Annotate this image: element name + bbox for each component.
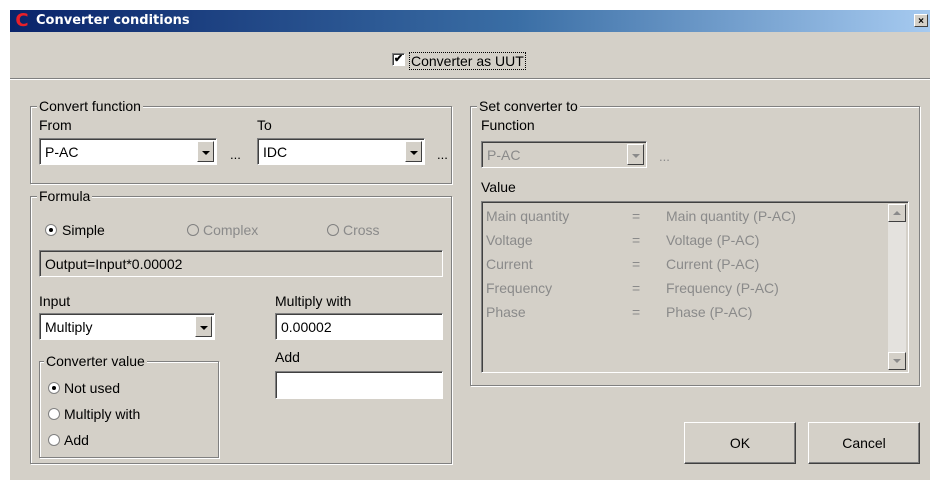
formula-complex-label[interactable]: Complex — [203, 222, 258, 238]
multiply-with-input[interactable]: 0.00002 — [275, 313, 443, 340]
input-select-value: Multiply — [45, 319, 93, 335]
row-value: Current (P-AC) — [666, 256, 760, 272]
window-title: Converter conditions — [36, 13, 190, 28]
row-equals: = — [632, 256, 641, 272]
function-label: Function — [481, 117, 535, 133]
row-name: Voltage — [486, 232, 533, 248]
list-item[interactable]: Current = Current (P-AC) — [482, 256, 882, 280]
multiply-with-radio-label[interactable]: Multiply with — [64, 406, 140, 422]
add-input[interactable] — [275, 371, 443, 399]
from-select-value: P-AC — [45, 144, 79, 160]
formula-simple-label[interactable]: Simple — [62, 222, 105, 238]
to-select-value: IDC — [263, 144, 288, 160]
convert-function-title: Convert function — [37, 98, 143, 114]
set-converter-group: Set converter to Function P-AC ... Value… — [470, 98, 920, 386]
list-scrollbar[interactable] — [888, 204, 906, 370]
close-icon[interactable]: × — [914, 14, 928, 27]
list-item[interactable]: Phase = Phase (P-AC) — [482, 304, 882, 328]
chevron-down-icon[interactable] — [197, 141, 214, 162]
convert-function-group: Convert function From To P-AC ... IDC ..… — [30, 98, 452, 184]
formula-cross-label[interactable]: Cross — [343, 222, 380, 238]
row-value: Main quantity (P-AC) — [666, 208, 796, 224]
formula-simple-radio[interactable] — [45, 224, 57, 236]
to-more-button[interactable]: ... — [437, 147, 448, 163]
function-select[interactable]: P-AC — [481, 141, 647, 168]
ok-button[interactable]: OK — [684, 422, 796, 464]
from-label: From — [39, 117, 72, 133]
multiply-with-value: 0.00002 — [281, 319, 332, 335]
formula-expression-field: Output=Input*0.00002 — [39, 250, 443, 277]
cancel-button[interactable]: Cancel — [808, 422, 920, 464]
scroll-up-icon[interactable] — [888, 204, 906, 222]
row-name: Main quantity — [486, 208, 570, 224]
row-name: Phase — [486, 304, 526, 320]
app-logo-icon: C — [15, 10, 29, 31]
row-equals: = — [632, 304, 641, 320]
chevron-down-icon[interactable] — [195, 316, 212, 337]
not-used-label[interactable]: Not used — [64, 380, 120, 396]
multiply-with-label: Multiply with — [275, 293, 352, 309]
to-label: To — [257, 117, 272, 133]
converter-as-uut-label[interactable]: Converter as UUT — [409, 52, 526, 70]
function-select-value: P-AC — [487, 147, 521, 163]
set-converter-title: Set converter to — [477, 98, 580, 114]
add-radio-label[interactable]: Add — [64, 432, 89, 448]
from-select[interactable]: P-AC — [39, 138, 217, 165]
converter-value-group: Converter value Not used Multiply with A… — [39, 353, 219, 458]
list-item[interactable]: Frequency = Frequency (P-AC) — [482, 280, 882, 304]
converter-value-title: Converter value — [44, 353, 147, 369]
add-label: Add — [275, 349, 300, 365]
value-label: Value — [481, 179, 516, 195]
scroll-down-icon[interactable] — [888, 352, 906, 370]
list-item[interactable]: Main quantity = Main quantity (P-AC) — [482, 208, 882, 232]
list-item[interactable]: Voltage = Voltage (P-AC) — [482, 232, 882, 256]
not-used-radio[interactable] — [48, 382, 60, 394]
to-select[interactable]: IDC — [257, 138, 425, 165]
input-label: Input — [39, 293, 71, 309]
add-radio[interactable] — [48, 434, 60, 446]
row-name: Current — [486, 256, 533, 272]
from-more-button[interactable]: ... — [230, 147, 241, 163]
multiply-with-radio[interactable] — [48, 408, 60, 420]
input-select[interactable]: Multiply — [39, 313, 215, 340]
row-equals: = — [632, 232, 641, 248]
row-value: Voltage (P-AC) — [666, 232, 760, 248]
formula-cross-radio[interactable] — [327, 224, 339, 236]
converter-conditions-dialog: C Converter conditions × ✔ Converter as … — [10, 10, 930, 480]
converter-as-uut-checkbox[interactable]: ✔ — [392, 53, 405, 66]
row-equals: = — [632, 280, 641, 296]
top-band: ✔ Converter as UUT — [10, 32, 930, 79]
row-equals: = — [632, 208, 641, 224]
row-value: Frequency (P-AC) — [666, 280, 779, 296]
chevron-down-icon[interactable] — [627, 144, 644, 165]
value-list[interactable]: Main quantity = Main quantity (P-AC) Vol… — [481, 201, 909, 373]
function-more-button[interactable]: ... — [659, 149, 670, 165]
title-bar[interactable]: C Converter conditions × — [10, 10, 930, 32]
formula-group: Formula Simple Complex Cross Output=Inpu… — [30, 188, 452, 464]
row-value: Phase (P-AC) — [666, 304, 753, 320]
formula-title: Formula — [37, 188, 93, 204]
row-name: Frequency — [486, 280, 553, 296]
formula-complex-radio[interactable] — [187, 224, 199, 236]
formula-expression: Output=Input*0.00002 — [45, 256, 183, 272]
chevron-down-icon[interactable] — [405, 141, 422, 162]
